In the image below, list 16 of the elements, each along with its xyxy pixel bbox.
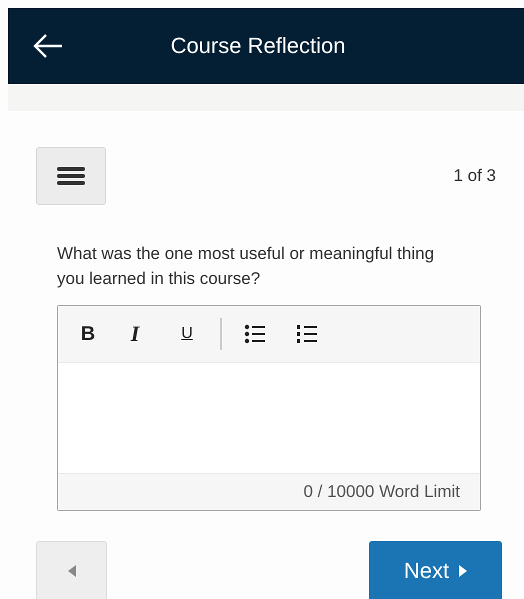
menu-button[interactable] (36, 147, 106, 205)
question-text: What was the one most useful or meaningful thing you learned in this course? (57, 243, 436, 290)
right-triangle-icon (459, 565, 468, 577)
menu-icon (56, 165, 86, 187)
question-counter: 1 of 3 (453, 166, 496, 186)
underline-button[interactable]: U (164, 316, 210, 352)
bullet-list-icon (244, 324, 266, 344)
numbered-list-icon (296, 324, 318, 344)
italic-button[interactable]: I (112, 316, 158, 352)
back-button[interactable] (32, 32, 64, 60)
back-arrow-icon (32, 32, 64, 60)
word-limit-counter: 0 / 10000 Word Limit (303, 482, 460, 502)
left-triangle-icon (68, 565, 76, 577)
next-button[interactable]: Next (369, 541, 502, 599)
page-title: Course Reflection (170, 33, 346, 59)
bold-button[interactable]: B (70, 316, 106, 352)
